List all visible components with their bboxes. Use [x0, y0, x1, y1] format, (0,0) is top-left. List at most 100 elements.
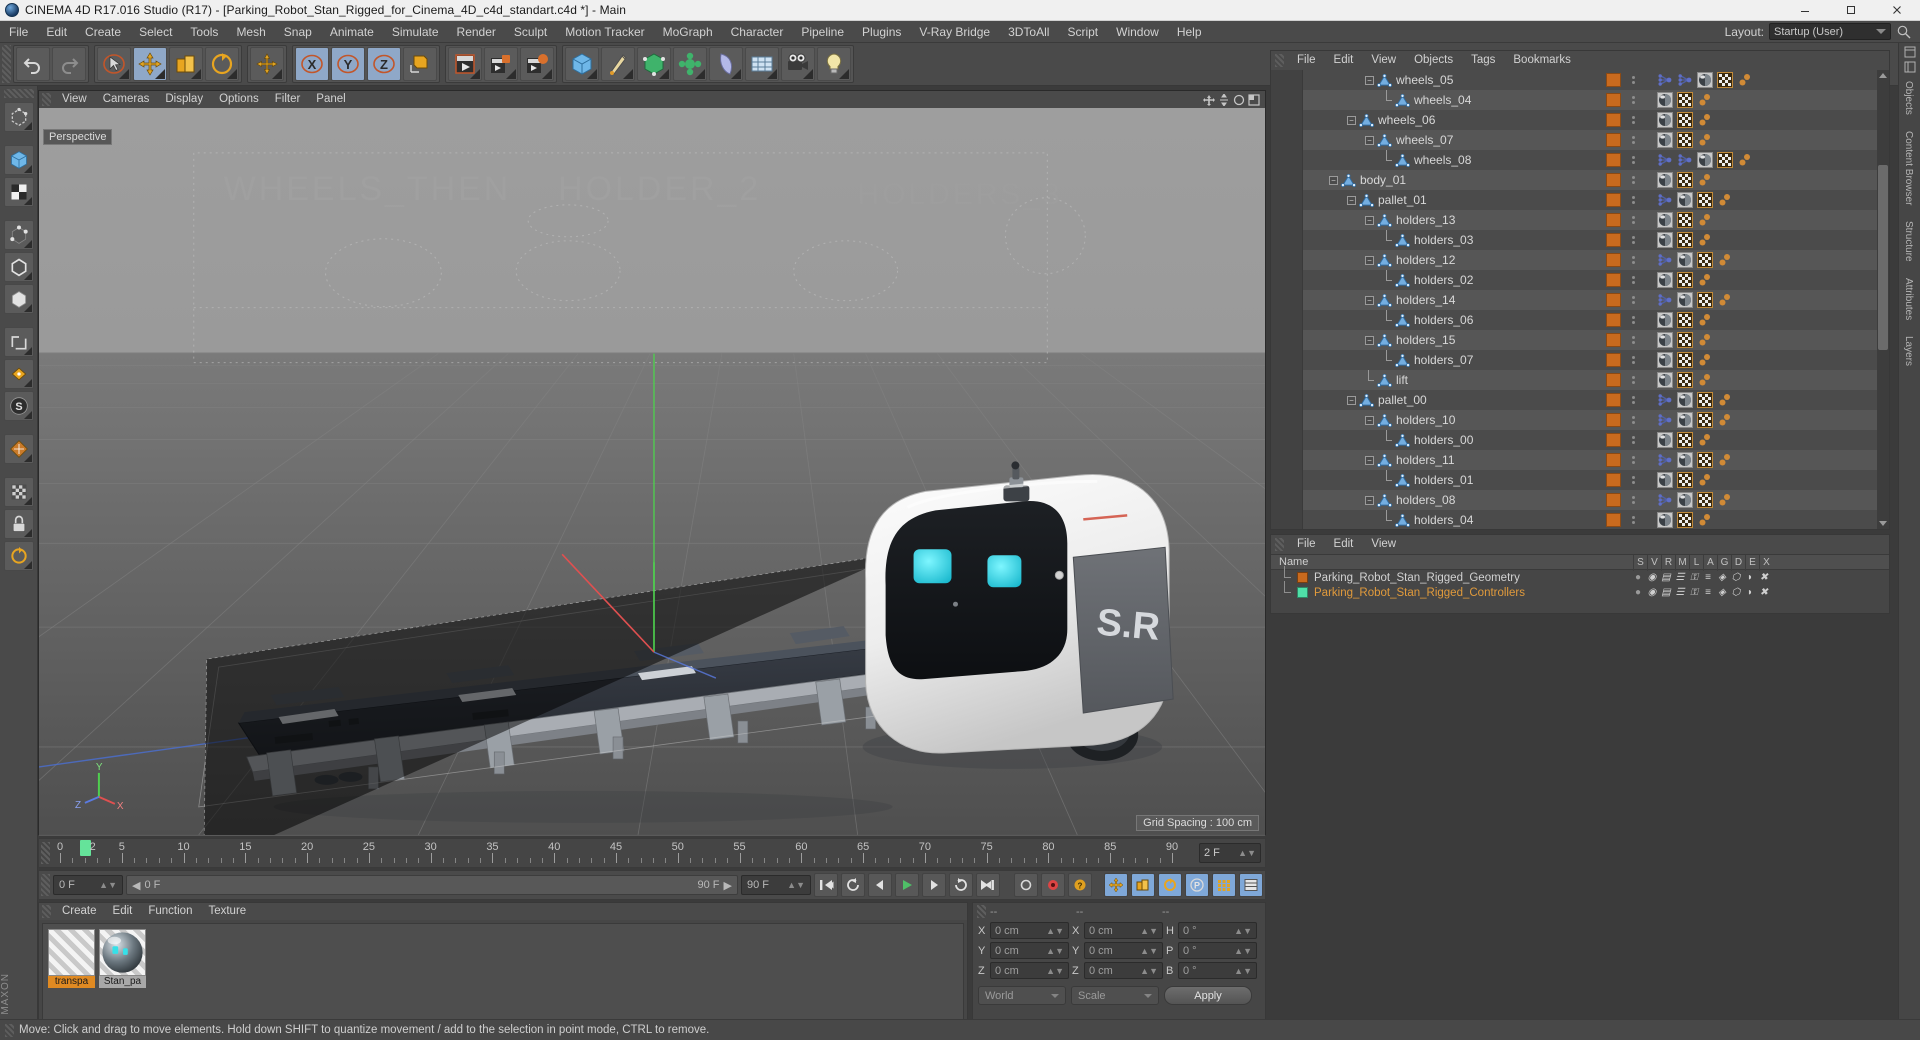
menu-motion-tracker[interactable]: Motion Tracker [556, 21, 653, 43]
material-tag-icon[interactable] [1697, 152, 1713, 168]
scene-flag-m-icon[interactable]: ☰ [1673, 586, 1687, 600]
spinner-icon[interactable]: ▲▼ [1234, 966, 1252, 976]
viewport-menu-grip[interactable] [42, 93, 51, 106]
menu-simulate[interactable]: Simulate [383, 21, 448, 43]
scene-column-m[interactable]: M [1675, 555, 1689, 571]
quantize-button[interactable] [3, 477, 34, 507]
texture-tag-icon[interactable] [1677, 232, 1693, 248]
go-to-end-button[interactable] [976, 873, 1000, 897]
material-tag-icon[interactable] [1677, 492, 1693, 508]
selection-tag-icon[interactable] [1737, 72, 1753, 88]
visibility-dots-icon[interactable] [1632, 336, 1635, 344]
scene-column-d[interactable]: D [1731, 555, 1745, 571]
expand-collapse-icon[interactable]: − [1347, 195, 1356, 205]
record-active-objects-button[interactable] [1014, 873, 1038, 897]
scene-object-rows[interactable]: Parking_Robot_Stan_Rigged_Geometry ● ◉ ▤ ☰ ⚿ ≡… [1271, 566, 1889, 600]
selection-tag-icon[interactable] [1717, 252, 1733, 268]
selection-tag-icon[interactable] [1717, 452, 1733, 468]
expand-collapse-icon[interactable]: − [1365, 135, 1374, 145]
object-row[interactable]: − wheels_06 [1271, 110, 1877, 130]
step-forward-button[interactable] [922, 873, 946, 897]
scene-flag-l-icon[interactable]: ⚿ [1687, 571, 1701, 585]
dock-tab-attributes[interactable]: Attributes [1899, 270, 1918, 328]
expand-collapse-icon[interactable]: − [1347, 115, 1356, 125]
add-light-button[interactable] [817, 47, 851, 81]
menu-vray-bridge[interactable]: V-Ray Bridge [910, 21, 999, 43]
scene-flag-r-icon[interactable]: ▤ [1659, 586, 1673, 600]
scene-flag-x-icon[interactable]: ✖ [1757, 586, 1771, 600]
expand-collapse-icon[interactable]: − [1365, 335, 1374, 345]
point-tag-icon[interactable] [1657, 392, 1673, 408]
object-tree[interactable]: − wheels_05 wheels_04− wheels_06− wheels_07 w… [1271, 70, 1877, 529]
material-thumbnail-transparent[interactable] [48, 929, 95, 976]
object-row[interactable]: holders_03 [1271, 229, 1877, 250]
scene-flag-v-icon[interactable]: ◉ [1645, 586, 1659, 600]
spinner-icon[interactable]: ▲▼ [99, 880, 117, 890]
texture-tag-icon[interactable] [1717, 72, 1733, 88]
object-color-swatch[interactable] [1606, 473, 1621, 487]
rotate-tool-button[interactable] [205, 47, 239, 81]
maximize-view-icon[interactable] [1248, 93, 1260, 106]
timeline-grip[interactable] [41, 842, 50, 864]
material-tag-icon[interactable] [1657, 512, 1673, 528]
texture-tag-icon[interactable] [1697, 412, 1713, 428]
texture-tag-icon[interactable] [1697, 492, 1713, 508]
object-color-swatch[interactable] [1606, 233, 1621, 247]
animation-mode-button[interactable] [3, 541, 34, 571]
dock-tab-content-browser[interactable]: Content Browser [1899, 123, 1918, 213]
object-color-swatch[interactable] [1606, 393, 1621, 407]
texture-tag-icon[interactable] [1677, 272, 1693, 288]
object-row[interactable]: wheels_04 [1271, 89, 1877, 110]
coord-input-size-x[interactable]: 0 cm ▲▼ [1084, 922, 1163, 939]
makeeditable-button[interactable] [3, 102, 34, 132]
scene-column-s[interactable]: S [1633, 555, 1647, 571]
selection-tag-icon[interactable] [1697, 332, 1713, 348]
scene-column-x[interactable]: X [1759, 555, 1773, 571]
undo-button[interactable] [16, 47, 50, 81]
step-back-button[interactable] [868, 873, 892, 897]
material-tag-icon[interactable] [1657, 132, 1673, 148]
object-row[interactable]: − holders_11 [1271, 450, 1877, 470]
expand-collapse-icon[interactable]: − [1365, 415, 1374, 425]
coord-input-pos-y[interactable]: 0 cm ▲▼ [990, 942, 1069, 959]
visibility-dots-icon[interactable] [1632, 516, 1635, 524]
spinner-icon[interactable]: ▲▼ [1238, 848, 1256, 858]
scene-flag-d-icon[interactable]: ⬡ [1729, 571, 1743, 585]
object-row[interactable]: wheels_08 [1271, 149, 1877, 170]
move-view-icon[interactable] [1203, 94, 1215, 106]
rotate-view-icon[interactable] [1233, 94, 1245, 106]
selection-tag-icon[interactable] [1697, 112, 1713, 128]
viewport-menu-view[interactable]: View [54, 91, 95, 108]
selection-tag-icon[interactable] [1697, 352, 1713, 368]
point-mode-button[interactable] [3, 220, 34, 250]
object-row[interactable]: holders_00 [1271, 429, 1877, 450]
coordinate-manager-grip[interactable] [977, 905, 986, 918]
material-tag-icon[interactable] [1657, 432, 1673, 448]
object-row[interactable]: − holders_13 [1271, 210, 1877, 230]
menu-tools[interactable]: Tools [181, 21, 227, 43]
spinner-icon[interactable]: ▲▼ [1234, 926, 1252, 936]
scene-menu-edit[interactable]: Edit [1325, 535, 1363, 554]
spinner-icon[interactable]: ▲▼ [1046, 966, 1064, 976]
material-manager-grip[interactable] [42, 905, 51, 918]
scene-flag-x-icon[interactable]: ✖ [1757, 571, 1771, 585]
scene-object-row[interactable]: Parking_Robot_Stan_Rigged_Controllers ● ◉ ▤… [1271, 581, 1889, 600]
end-frame-field[interactable]: 90 F ▲▼ [741, 875, 811, 895]
selection-tag-icon[interactable] [1717, 412, 1733, 428]
selection-tag-icon[interactable] [1697, 432, 1713, 448]
snap-button[interactable]: S [3, 391, 34, 421]
expand-collapse-icon[interactable]: − [1365, 255, 1374, 265]
viewport-menu-cameras[interactable]: Cameras [95, 91, 158, 108]
point-tag-icon[interactable] [1657, 72, 1673, 88]
dock-tab-objects[interactable]: Objects [1899, 73, 1918, 123]
visibility-dots-icon[interactable] [1632, 236, 1635, 244]
visibility-dots-icon[interactable] [1632, 116, 1635, 124]
transport-grip[interactable] [41, 874, 50, 896]
texture-tag-icon[interactable] [1697, 452, 1713, 468]
texture-tag-icon[interactable] [1677, 172, 1693, 188]
menu-plugins[interactable]: Plugins [853, 21, 910, 43]
selection-tag-icon[interactable] [1697, 132, 1713, 148]
visibility-dots-icon[interactable] [1632, 396, 1635, 404]
texture-mode-button[interactable] [3, 177, 34, 207]
object-color-swatch[interactable] [1606, 173, 1621, 187]
